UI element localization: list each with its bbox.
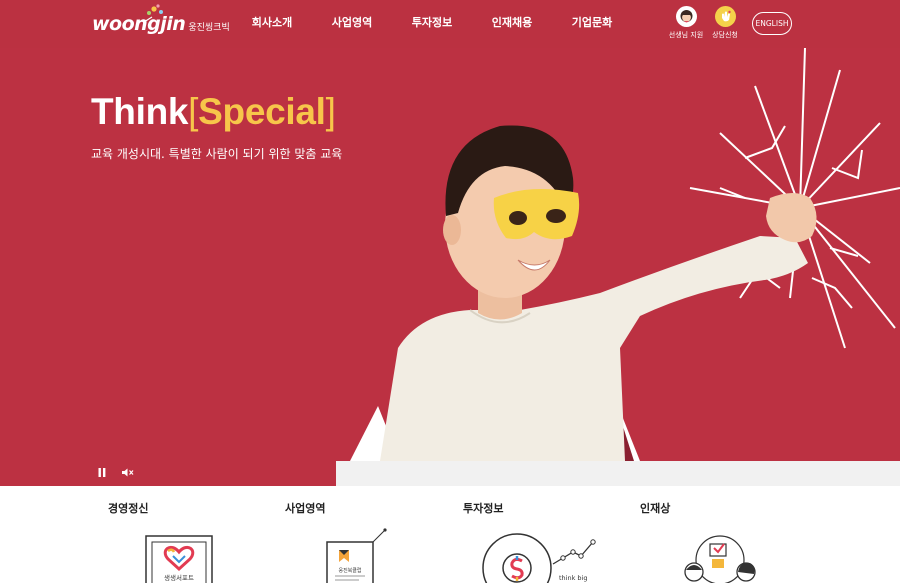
pause-icon bbox=[98, 467, 106, 477]
section-title: 경영정신 bbox=[108, 502, 149, 515]
teacher-apply-label: 선생님 지원 bbox=[668, 31, 704, 39]
section-title: 투자정보 bbox=[463, 502, 504, 515]
people-idea-icon bbox=[684, 535, 756, 583]
nav-item-recruit[interactable]: 인재채용 bbox=[472, 0, 552, 48]
hero-title: Think[Special] bbox=[91, 91, 336, 137]
hero-banner: Think[Special] 교육 개성시대. 특별한 사람이 되기 위한 맞춤… bbox=[0, 48, 900, 486]
consult-request-link[interactable]: 상담신청 bbox=[707, 6, 743, 42]
logo-korean-name: 웅진씽크빅 bbox=[188, 22, 230, 33]
nav-item-company[interactable]: 회사소개 bbox=[232, 0, 312, 48]
section-talent[interactable]: 인재상 bbox=[640, 500, 800, 583]
hero-title-special: Special bbox=[198, 91, 326, 132]
book-document-icon: 웅진북클럽 bbox=[326, 528, 387, 583]
boy-shirt bbox=[380, 236, 808, 461]
consult-request-label: 상담신청 bbox=[712, 31, 738, 39]
mute-button[interactable] bbox=[119, 465, 135, 479]
section-title: 인재상 bbox=[640, 502, 671, 515]
heart-frame-badge-text: 생생서포트 bbox=[164, 573, 194, 582]
mute-icon bbox=[121, 468, 133, 476]
page: woongjin 웅진씽크빅 회사소개 사업영역 투자정보 인재채용 기업문화 bbox=[0, 0, 900, 583]
chart-circle-badge-text: think big bbox=[559, 574, 587, 582]
section-management-spirit[interactable]: 경영정신 생생서포트 bbox=[108, 500, 268, 583]
boy-fist bbox=[766, 193, 817, 243]
heart-frame-icon: 생생서포트 bbox=[145, 535, 213, 583]
book-document-badge-text: 웅진북클럽 bbox=[338, 567, 361, 574]
hero-title-bracket-close: ] bbox=[325, 91, 336, 132]
boy-yellow-mask bbox=[493, 189, 580, 240]
nav-item-culture[interactable]: 기업문화 bbox=[552, 0, 632, 48]
logo-burst-icon bbox=[143, 4, 163, 23]
nav-item-business[interactable]: 사업영역 bbox=[312, 0, 392, 48]
pause-button[interactable] bbox=[94, 465, 110, 479]
section-business-area[interactable]: 사업영역 웅진북클럽 bbox=[285, 500, 445, 583]
logo-wordmark: woongjin bbox=[92, 13, 186, 35]
hero-bottom-strip bbox=[336, 461, 900, 486]
section-investor-info[interactable]: 투자정보 think big bbox=[463, 500, 623, 583]
main-nav: 회사소개 사업영역 투자정보 인재채용 기업문화 bbox=[232, 0, 632, 48]
teacher-avatar-icon bbox=[675, 6, 697, 27]
woongjin-logo[interactable]: woongjin 웅진씽크빅 bbox=[92, 4, 230, 40]
english-button[interactable]: ENGLISH bbox=[752, 12, 792, 35]
section-title: 사업영역 bbox=[285, 502, 326, 515]
consult-hand-icon bbox=[714, 6, 736, 27]
chart-circle-icon: think big bbox=[482, 533, 596, 583]
hero-title-think: Think bbox=[91, 91, 189, 132]
hero-title-bracket-open: [ bbox=[188, 91, 199, 132]
nav-item-investment[interactable]: 투자정보 bbox=[392, 0, 472, 48]
hero-subtitle: 교육 개성시대. 특별한 사람이 되기 위한 맞춤 교육 bbox=[91, 147, 343, 161]
teacher-apply-link[interactable]: 선생님 지원 bbox=[665, 6, 707, 42]
site-header: woongjin 웅진씽크빅 회사소개 사업영역 투자정보 인재채용 기업문화 bbox=[0, 0, 900, 48]
